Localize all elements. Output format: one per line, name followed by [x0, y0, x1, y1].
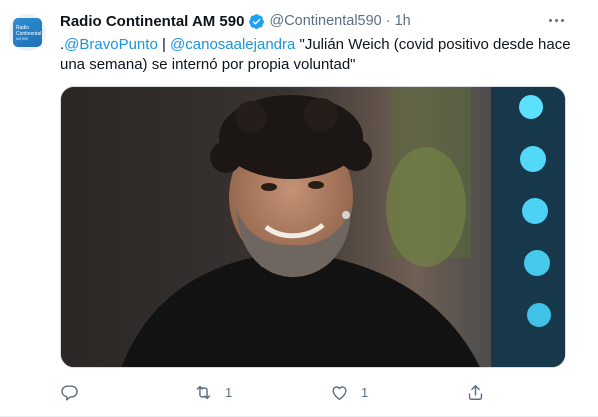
- reply-icon: [61, 384, 78, 400]
- share-button[interactable]: [466, 380, 485, 404]
- mention-bravopunto[interactable]: @BravoPunto: [64, 36, 158, 53]
- avatar-logo: Radio Continental AM 590: [13, 18, 42, 47]
- display-name[interactable]: Radio Continental AM 590: [60, 13, 244, 30]
- tweet-actions: 1 1: [60, 380, 540, 404]
- timestamp[interactable]: 1h: [395, 13, 411, 29]
- tweet-header: Radio Continental AM 590 @Continental590…: [60, 11, 411, 31]
- avatar[interactable]: Radio Continental AM 590: [9, 14, 46, 51]
- retweet-count: 1: [225, 384, 233, 400]
- avatar-logo-line-3: AM 590: [16, 37, 29, 41]
- tweet-text: .@BravoPunto | @canosaalejandra "Julián …: [60, 35, 580, 75]
- separator-dot: ·: [385, 13, 391, 29]
- handle[interactable]: @Continental590: [269, 13, 381, 29]
- retweet-icon: [196, 385, 211, 399]
- heart-icon: [332, 385, 347, 400]
- tweet-photo[interactable]: [60, 86, 566, 368]
- reply-button[interactable]: [60, 380, 91, 404]
- like-count: 1: [361, 384, 369, 400]
- retweet-button[interactable]: 1: [194, 380, 232, 404]
- mention-canosaalejandra[interactable]: @canosaalejandra: [170, 36, 295, 53]
- text-divider: |: [157, 36, 171, 53]
- like-button[interactable]: 1: [330, 380, 368, 404]
- more-options-icon[interactable]: [544, 9, 568, 31]
- tweet[interactable]: Radio Continental AM 590 Radio Continent…: [0, 0, 598, 417]
- verified-badge-icon: [248, 13, 265, 30]
- share-icon: [468, 384, 483, 400]
